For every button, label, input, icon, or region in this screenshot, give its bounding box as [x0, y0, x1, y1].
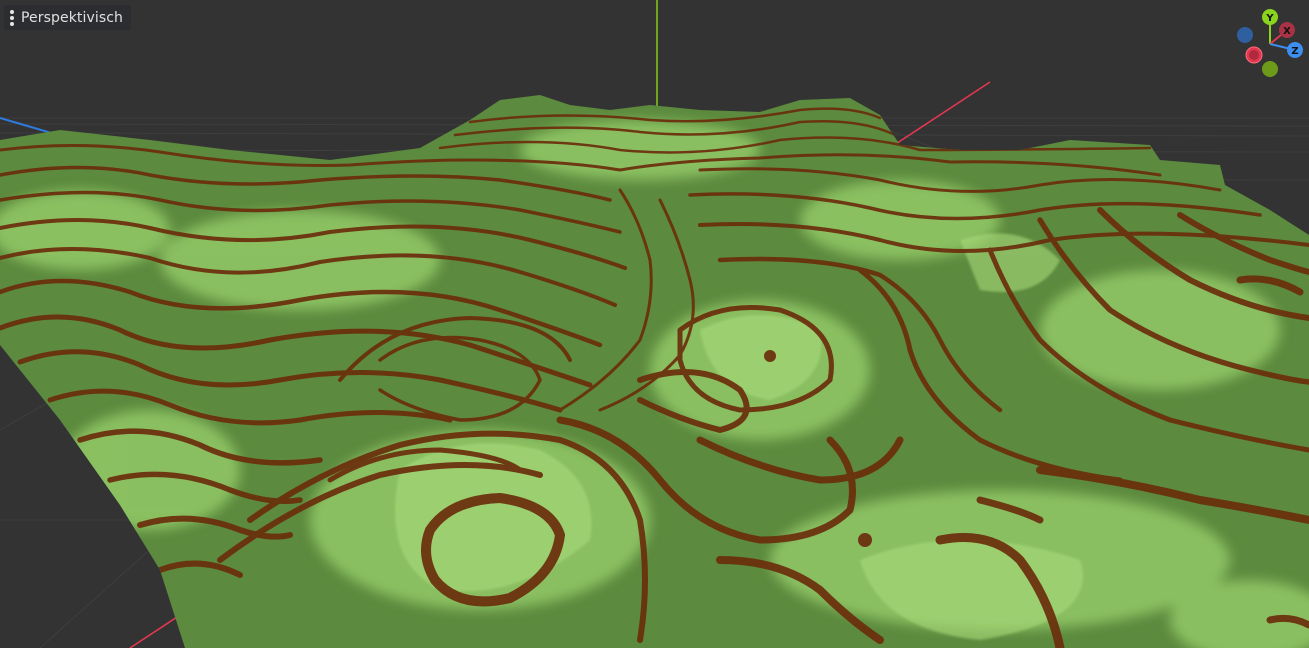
- gizmo-z-handle[interactable]: Z: [1287, 42, 1303, 58]
- menu-dots-icon: [8, 9, 16, 26]
- gizmo-neg-y-handle[interactable]: [1262, 61, 1278, 77]
- gizmo-y-handle[interactable]: Y: [1262, 9, 1278, 25]
- gizmo-x-label: X: [1283, 26, 1291, 37]
- orientation-gizmo[interactable]: X Y Z: [1232, 6, 1306, 80]
- terrain-mesh: [0, 95, 1309, 648]
- 3d-viewport[interactable]: Perspektivisch X Y Z: [0, 0, 1309, 648]
- gizmo-neg-z-handle[interactable]: [1237, 27, 1253, 43]
- gizmo-y-label: Y: [1265, 13, 1274, 24]
- gizmo-neg-x-handle[interactable]: [1245, 46, 1263, 64]
- view-mode-label: Perspektivisch: [21, 9, 124, 26]
- scene-render: [0, 0, 1309, 648]
- gizmo-z-label: Z: [1291, 46, 1298, 57]
- gizmo-x-handle[interactable]: X: [1279, 22, 1295, 38]
- view-mode-menu[interactable]: Perspektivisch: [4, 5, 132, 30]
